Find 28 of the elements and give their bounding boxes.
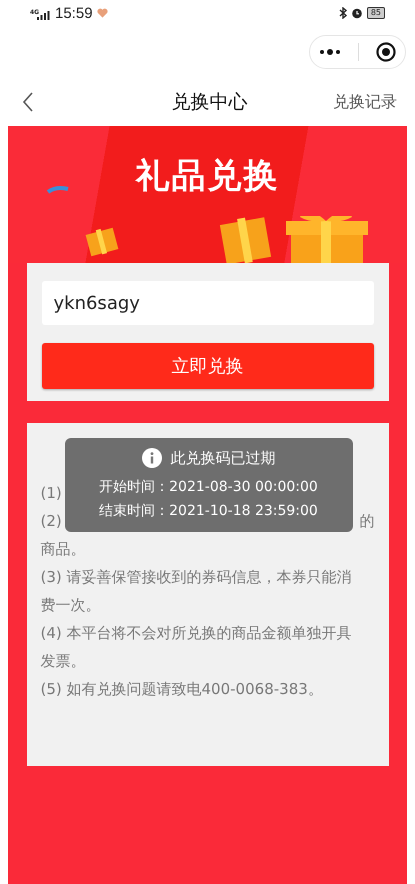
instruction-text: (4) 本平台将不会对所兑换的商品金额单独开具 <box>40 624 352 642</box>
instruction-text: (5) 如有兑换问题请致电400-0068-383。 <box>40 680 323 698</box>
alarm-icon <box>350 7 363 19</box>
clock-time: 15:59 <box>55 4 93 22</box>
close-target-icon[interactable] <box>376 42 396 62</box>
heart-icon <box>96 8 108 18</box>
back-icon[interactable] <box>22 92 34 112</box>
instruction-text: 商品。 <box>40 540 86 558</box>
signal-icon <box>37 11 51 20</box>
toast-message: 此兑换码已过期 <box>170 448 276 468</box>
toast-time-text: 结束时间：2021-10-18 23:59:00 <box>99 502 318 520</box>
redeem-button[interactable]: 立即兑换 <box>42 343 374 389</box>
instruction-text: 费一次。 <box>40 596 100 614</box>
history-link[interactable]: 兑换记录 <box>333 92 397 112</box>
more-icon[interactable] <box>318 49 341 55</box>
info-icon <box>142 448 162 468</box>
confetti-icon <box>46 184 70 194</box>
instruction-text: 的 <box>360 512 374 530</box>
bluetooth-icon <box>338 7 347 19</box>
banner-title: 礼品兑换 <box>136 156 280 196</box>
battery-indicator: 85 <box>366 7 385 19</box>
instruction-text: 发票。 <box>40 652 86 670</box>
instruction-text: (1) <box>40 484 62 502</box>
instruction-text: (3) 请妥善保管接收到的券码信息，本券只能消 <box>40 568 352 586</box>
page-title: 兑换中心 <box>172 90 248 115</box>
code-input-field[interactable]: ykn6sagy <box>42 281 374 325</box>
toast-time-text: 开始时间：2021-08-30 00:00:00 <box>99 478 318 496</box>
instruction-text: (2) <box>40 512 62 530</box>
